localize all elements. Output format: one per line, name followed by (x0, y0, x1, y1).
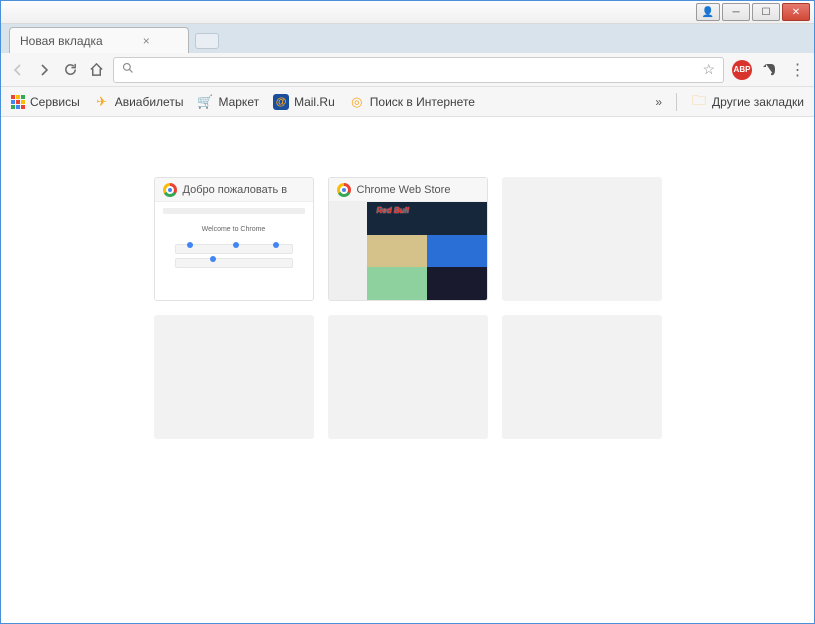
bookmark-market[interactable]: 🛒 Маркет (197, 94, 259, 110)
close-window-button[interactable]: ✕ (782, 3, 810, 21)
url-input[interactable] (140, 62, 696, 77)
bookmark-aviabilety[interactable]: ✈ Авиабилеты (94, 94, 184, 110)
reload-button[interactable] (61, 61, 79, 79)
search-icon (122, 62, 134, 77)
thumb-text: Welcome to Chrome (155, 226, 313, 233)
adblock-plus-icon[interactable]: ABP (732, 60, 752, 80)
bookmarks-overflow-button[interactable]: » (655, 95, 662, 109)
user-profile-button[interactable]: 👤 (696, 3, 720, 21)
apps-label: Сервисы (30, 95, 80, 109)
tile-chrome-web-store[interactable]: Chrome Web Store Red Bull (328, 177, 488, 301)
plane-icon: ✈ (94, 94, 110, 110)
tile-header: Chrome Web Store (329, 178, 487, 202)
tile-empty[interactable] (502, 315, 662, 439)
maximize-button[interactable]: ☐ (752, 3, 780, 21)
tile-thumbnail: Welcome to Chrome (155, 202, 313, 300)
bookmark-star-icon[interactable]: ☆ (702, 61, 715, 78)
window-titlebar: 👤 ─ ☐ ✕ (1, 1, 814, 24)
new-tab-button[interactable] (195, 33, 219, 49)
tile-empty[interactable] (154, 315, 314, 439)
tile-thumbnail: Red Bull (329, 202, 487, 300)
evernote-icon[interactable] (760, 60, 780, 80)
tab-new-tab[interactable]: Новая вкладка × (9, 27, 189, 53)
forward-button[interactable] (35, 61, 53, 79)
bookmark-label: Маркет (218, 95, 259, 109)
other-bookmarks-button[interactable]: 🗀 Другие закладки (691, 94, 804, 110)
tile-empty[interactable] (502, 177, 662, 301)
divider (676, 93, 677, 111)
folder-icon: 🗀 (691, 94, 707, 110)
close-tab-icon[interactable]: × (143, 34, 150, 48)
tile-empty[interactable] (328, 315, 488, 439)
bookmark-label: Авиабилеты (115, 95, 184, 109)
minimize-button[interactable]: ─ (722, 3, 750, 21)
tile-welcome-chrome[interactable]: Добро пожаловать в Welcome to Chrome (154, 177, 314, 301)
bookmark-label: Поиск в Интернете (370, 95, 475, 109)
tab-title: Новая вкладка (20, 34, 103, 48)
tab-strip: Новая вкладка × (1, 24, 814, 53)
chrome-logo-icon (337, 183, 351, 197)
home-button[interactable] (87, 61, 105, 79)
bookmarks-bar: Сервисы ✈ Авиабилеты 🛒 Маркет @ Mail.Ru … (1, 87, 814, 117)
search-bookmark-icon: ◎ (349, 94, 365, 110)
toolbar: ☆ ABP ⋮ (1, 53, 814, 87)
thumb-text: Red Bull (377, 206, 409, 215)
apps-icon (11, 95, 25, 109)
menu-button[interactable]: ⋮ (788, 61, 806, 79)
new-tab-page: Добро пожаловать в Welcome to Chrome Chr… (1, 117, 814, 439)
tile-title: Добро пожаловать в (183, 184, 288, 196)
bookmark-label: Mail.Ru (294, 95, 335, 109)
bookmark-search[interactable]: ◎ Поиск в Интернете (349, 94, 475, 110)
back-button[interactable] (9, 61, 27, 79)
address-bar[interactable]: ☆ (113, 57, 724, 83)
mailru-icon: @ (273, 94, 289, 110)
most-visited-tiles: Добро пожаловать в Welcome to Chrome Chr… (154, 177, 662, 439)
apps-button[interactable]: Сервисы (11, 95, 80, 109)
bookmark-mailru[interactable]: @ Mail.Ru (273, 94, 335, 110)
tile-header: Добро пожаловать в (155, 178, 313, 202)
chrome-logo-icon (163, 183, 177, 197)
other-bookmarks-label: Другие закладки (712, 95, 804, 109)
cart-icon: 🛒 (197, 94, 213, 110)
tile-title: Chrome Web Store (357, 184, 451, 196)
